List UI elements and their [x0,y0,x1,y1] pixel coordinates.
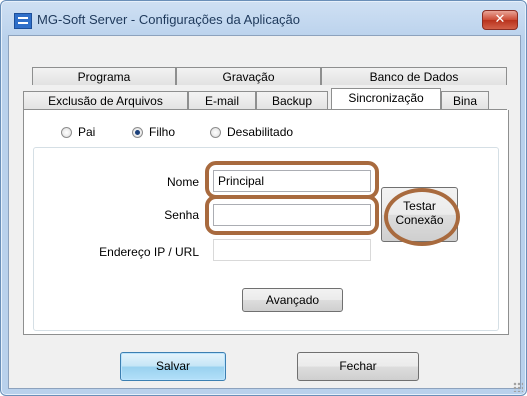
testar-conexao-button[interactable]: Testar Conexão [381,187,458,242]
radio-pai-indicator[interactable] [61,126,72,138]
senha-label: Senha [164,208,199,222]
tab-bina[interactable]: Bina [441,91,489,110]
tab-gravacao[interactable]: Gravação [176,67,321,85]
title-bar[interactable]: MG-Soft Server - Configurações da Aplica… [1,1,526,33]
nome-label: Nome [166,175,199,189]
tab-sincronizacao[interactable]: Sincronização [331,88,441,109]
avancado-button[interactable]: Avançado [242,288,343,312]
fechar-button[interactable]: Fechar [297,352,419,381]
nome-field[interactable] [213,170,371,192]
tab-backup[interactable]: Backup [256,91,328,110]
radio-pai[interactable]: Pai [61,125,95,139]
radio-pai-label: Pai [78,125,96,139]
close-button[interactable]: ✕ [482,10,518,30]
endereco-field[interactable] [213,239,371,261]
window-title: MG-Soft Server - Configurações da Aplica… [37,12,301,27]
radio-desabilitado[interactable]: Desabilitado [210,125,293,139]
app-icon [14,13,32,29]
endereco-label: Endereço IP / URL [99,245,199,259]
tab-exclusao-de-arquivos[interactable]: Exclusão de Arquivos [23,91,188,110]
radio-desabilitado-label: Desabilitado [227,125,294,139]
tab-panel-border [23,109,507,110]
senha-field[interactable] [213,204,371,226]
radio-desabilitado-indicator[interactable] [210,126,221,138]
resize-grip-icon[interactable] [513,382,523,392]
testar-label-line1: Testar [403,199,436,213]
radio-filho-indicator[interactable] [132,126,143,138]
tab-banco-de-dados[interactable]: Banco de Dados [321,67,507,85]
salvar-button[interactable]: Salvar [120,352,226,381]
radio-filho[interactable]: Filho [132,125,175,139]
radio-filho-label: Filho [149,125,176,139]
testar-label-line2: Conexão [395,213,444,227]
tab-programa[interactable]: Programa [32,67,176,85]
tab-email[interactable]: E-mail [188,91,256,110]
